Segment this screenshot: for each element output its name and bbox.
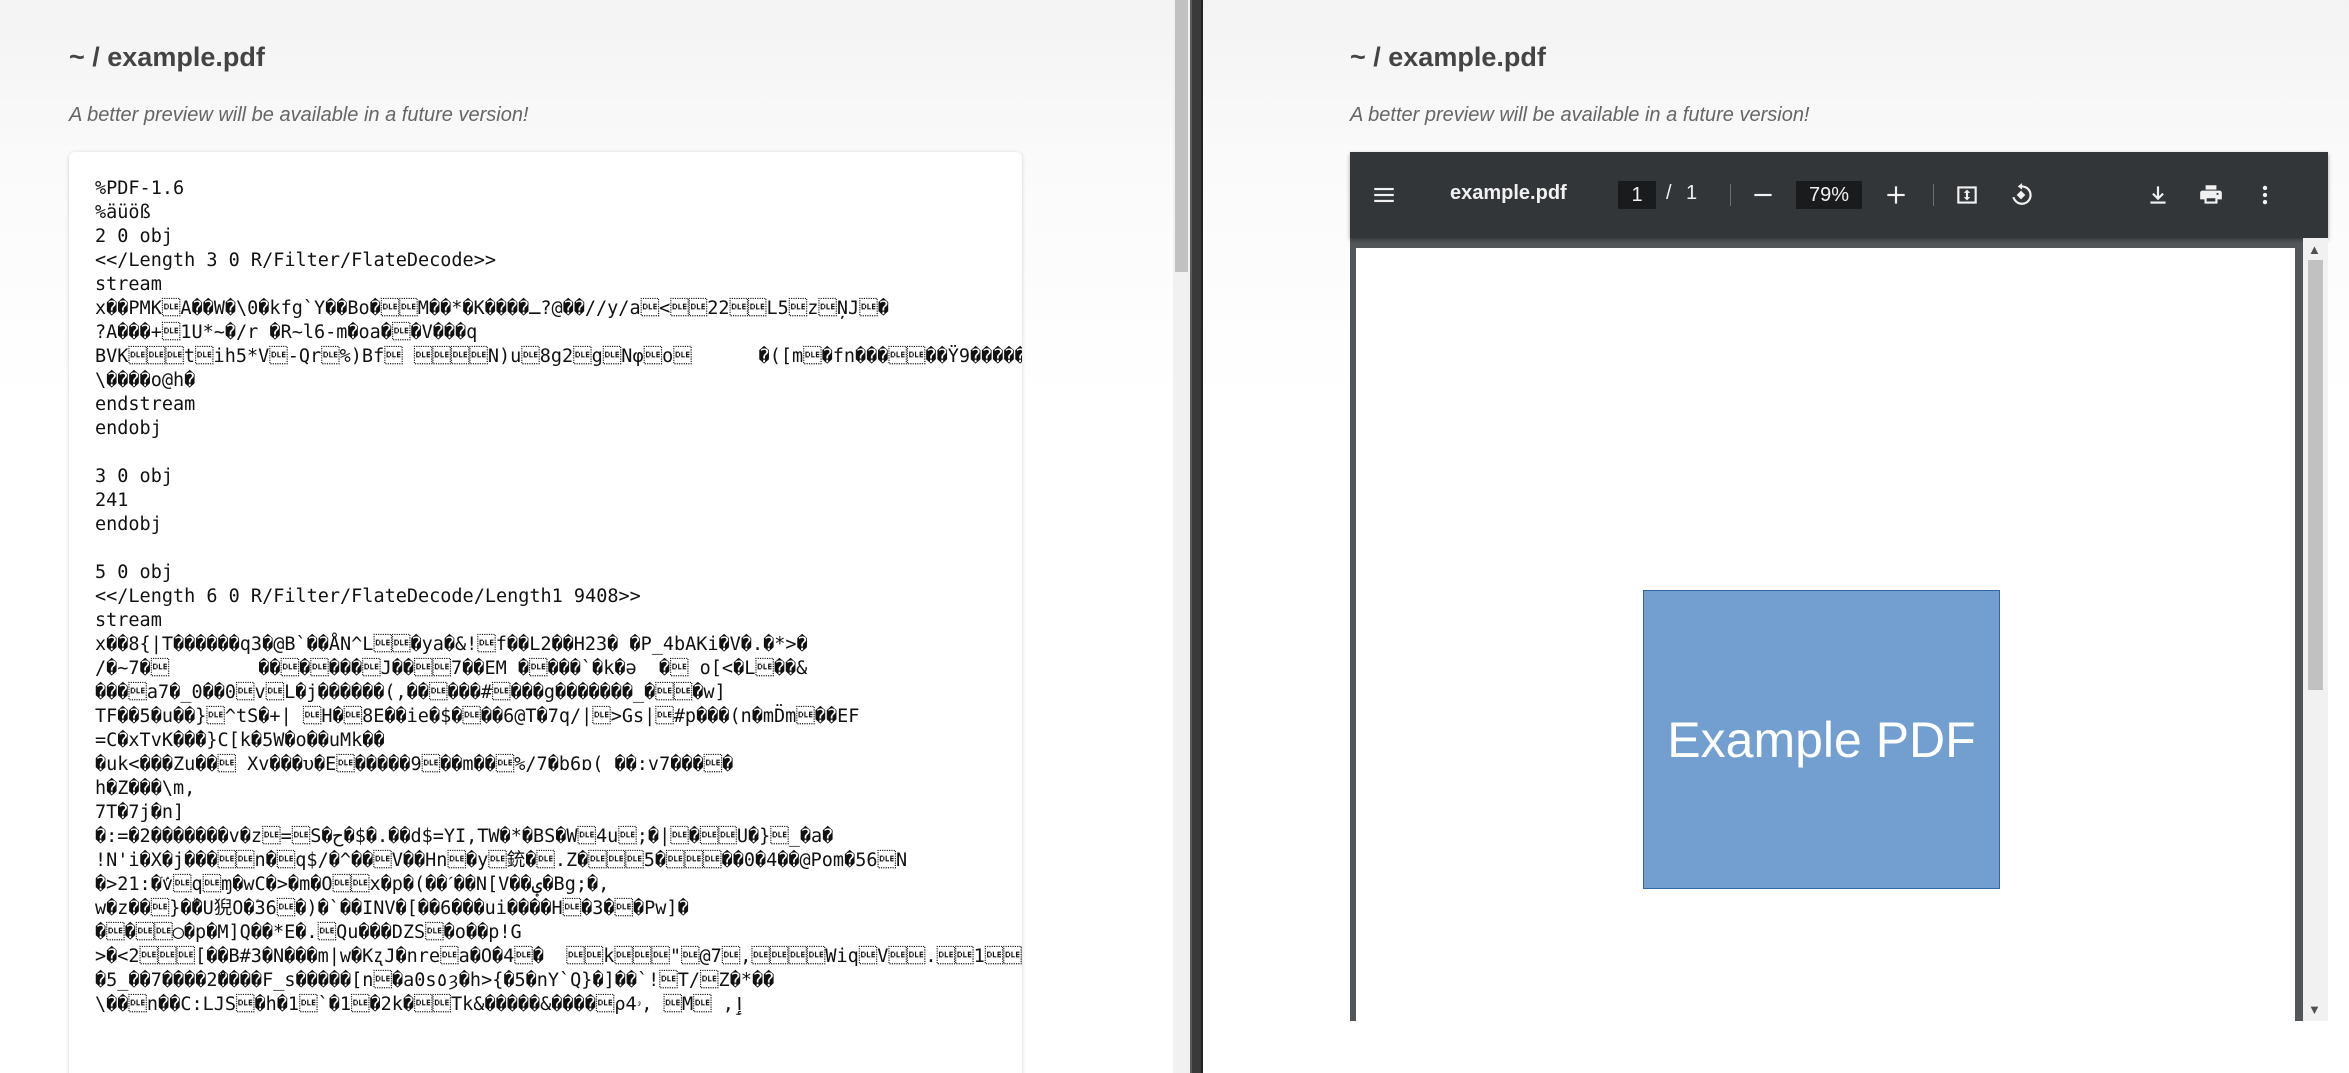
download-icon[interactable] xyxy=(2142,179,2174,211)
example-pdf-text: Example PDF xyxy=(1667,711,1976,768)
pdf-scrollbar-thumb[interactable] xyxy=(2308,260,2323,690)
preview-notice: A better preview will be available in a … xyxy=(1350,104,1810,126)
raw-source-card[interactable]: %PDF-1.6 %äüöß 2 0 obj <</Length 3 0 R/F… xyxy=(69,152,1022,1073)
pane-splitter[interactable] xyxy=(1190,0,1203,1073)
print-icon[interactable] xyxy=(2195,179,2227,211)
zoom-in-icon[interactable] xyxy=(1880,179,1912,211)
toolbar-divider xyxy=(1933,184,1934,206)
left-scrollbar-thumb[interactable] xyxy=(1175,0,1188,272)
left-preview-pane: ~ / example.pdf A better preview will be… xyxy=(0,0,1173,1073)
rotate-icon[interactable] xyxy=(2005,179,2037,211)
scroll-down-arrow-icon[interactable]: ▼ xyxy=(2308,1002,2321,1017)
hamburger-menu-icon[interactable] xyxy=(1368,179,1400,211)
example-pdf-box: Example PDF xyxy=(1643,590,2000,889)
zoom-out-icon[interactable] xyxy=(1747,179,1779,211)
pdf-viewer: example.pdf / 1 xyxy=(1350,152,2328,1021)
pdf-page: Example PDF xyxy=(1356,248,2295,1021)
file-path-title: ~ / example.pdf xyxy=(1350,42,1546,72)
right-preview-pane: ~ / example.pdf A better preview will be… xyxy=(1203,0,2349,1073)
fit-page-icon[interactable] xyxy=(1951,179,1983,211)
zoom-level-input[interactable] xyxy=(1796,181,1862,209)
file-path-title: ~ / example.pdf xyxy=(69,42,265,72)
scroll-up-arrow-icon[interactable]: ▲ xyxy=(2308,242,2321,257)
page-separator: / xyxy=(1666,182,1672,204)
more-vert-icon[interactable] xyxy=(2249,179,2281,211)
pdf-scrollbar[interactable]: ▲ ▼ xyxy=(2303,238,2328,1021)
raw-pdf-source-text: %PDF-1.6 %äüöß 2 0 obj <</Length 3 0 R/F… xyxy=(95,178,1022,1015)
preview-notice: A better preview will be available in a … xyxy=(69,104,529,126)
pdf-toolbar: example.pdf / 1 xyxy=(1350,152,2328,238)
toolbar-divider xyxy=(1730,184,1731,206)
pdf-filename: example.pdf xyxy=(1450,182,1567,204)
pdf-content-area[interactable]: Example PDF xyxy=(1350,238,2328,1021)
page-number-input[interactable] xyxy=(1618,181,1656,209)
page-total: 1 xyxy=(1686,182,1698,204)
